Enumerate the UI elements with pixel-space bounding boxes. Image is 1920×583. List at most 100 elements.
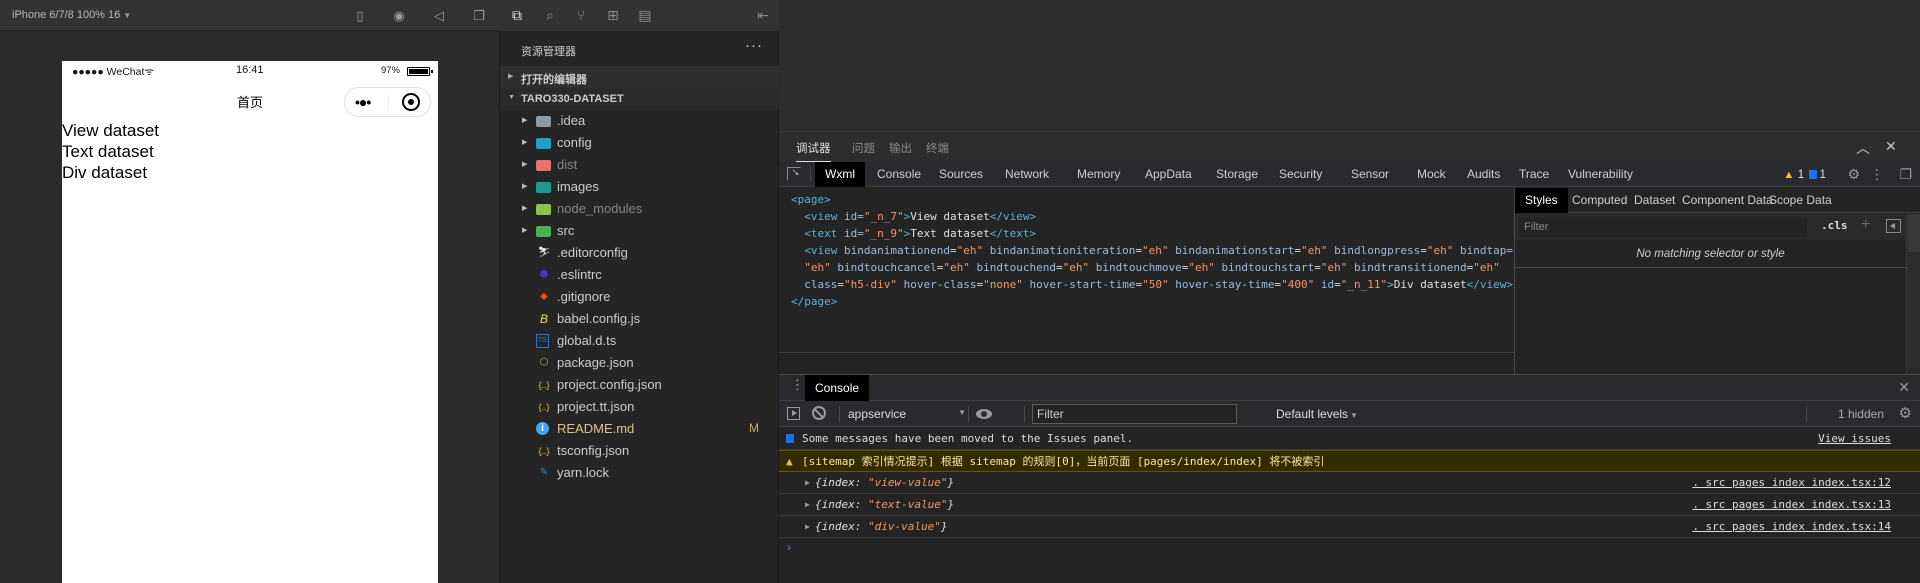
- wifi-icon: ᯤ: [144, 66, 154, 78]
- context-select[interactable]: appservice ▼: [848, 407, 966, 421]
- kebab-menu-icon[interactable]: ⋮: [1870, 166, 1884, 183]
- tab-storage[interactable]: Storage: [1206, 162, 1268, 187]
- file-tree-item[interactable]: ⬡ package.json: [500, 352, 779, 374]
- tab-vulnerability[interactable]: Vulnerability: [1558, 162, 1643, 187]
- tab-mock[interactable]: Mock: [1407, 162, 1456, 187]
- sound-icon[interactable]: ◁: [431, 8, 447, 24]
- expand-triangle-icon[interactable]: ▶: [805, 472, 810, 493]
- search-icon[interactable]: ⌕: [541, 6, 559, 24]
- clear-console-icon[interactable]: [812, 406, 826, 420]
- wxml-node-view-2-cont[interactable]: class="h5-div" hover-class="none" hover-…: [791, 276, 1514, 293]
- tab-scope-data[interactable]: Scope Data: [1759, 188, 1842, 213]
- maximize-panel-icon[interactable]: ︿: [1856, 138, 1870, 158]
- wxml-node-page-close[interactable]: </page>: [791, 293, 1514, 310]
- settings-gear-icon[interactable]: ⚙: [1847, 166, 1860, 183]
- console-toolbar: appservice▼ Default levels▼ 1 hidden ⚙: [779, 401, 1920, 427]
- open-editors-section[interactable]: ▶ 打开的编辑器: [500, 66, 779, 88]
- tab-problems[interactable]: 问题: [852, 140, 875, 156]
- console-filter-input[interactable]: [1032, 404, 1237, 424]
- file-tree-item[interactable]: Bbabel.config.js: [500, 308, 779, 330]
- close-panel-icon[interactable]: ✕: [1885, 138, 1897, 155]
- log-levels-select[interactable]: Default levels ▼: [1276, 407, 1358, 421]
- file-tree-item[interactable]: ▶ src: [500, 220, 779, 242]
- wxml-node-view-1[interactable]: <view id="_n_7">View dataset</view>: [791, 208, 1514, 225]
- tab-console[interactable]: Console: [867, 162, 931, 187]
- live-expression-eye-icon[interactable]: [976, 406, 992, 422]
- tab-memory[interactable]: Memory: [1067, 162, 1130, 187]
- file-tree-item[interactable]: i README.md M: [500, 418, 779, 440]
- file-tree-item[interactable]: ◆ .gitignore: [500, 286, 779, 308]
- outline-icon[interactable]: ▤: [636, 6, 654, 24]
- close-drawer-icon[interactable]: ✕: [1898, 379, 1910, 396]
- tab-console-drawer[interactable]: Console: [805, 375, 870, 401]
- tab-appdata[interactable]: AppData: [1135, 162, 1202, 187]
- record-icon[interactable]: ◉: [391, 8, 407, 24]
- wxml-node-view-2[interactable]: <view bindanimationend="eh" bindanimatio…: [791, 242, 1514, 259]
- log-object[interactable]: {index: "div-value"}: [815, 516, 947, 537]
- tab-network[interactable]: Network: [995, 162, 1059, 187]
- wxml-attr-name: bindanimationstart: [1175, 244, 1295, 257]
- div-dataset-text[interactable]: Div dataset: [62, 162, 438, 183]
- log-object[interactable]: {index: "text-value"}: [815, 494, 954, 515]
- files-icon[interactable]: ⧉: [508, 6, 526, 24]
- project-section[interactable]: ▼ TARO330-DATASET: [500, 88, 779, 110]
- text-dataset-text[interactable]: Text dataset: [62, 141, 438, 162]
- file-tree-item[interactable]: ▶ images: [500, 176, 779, 198]
- file-tree-item[interactable]: {..} tsconfig.json: [500, 440, 779, 462]
- view-dataset-text[interactable]: View dataset: [62, 120, 438, 141]
- file-tree-item[interactable]: ⬢ .eslintrc: [500, 264, 779, 286]
- styles-filter-input[interactable]: [1519, 217, 1807, 237]
- source-link[interactable]: . src pages index index.tsx:13: [1692, 494, 1891, 515]
- issue-counters[interactable]: ▲ 11: [1783, 167, 1826, 181]
- file-tree-item[interactable]: ▶ .idea: [500, 110, 779, 132]
- file-tree-item[interactable]: ✎ yarn.lock: [500, 462, 779, 484]
- folder-icon: [536, 182, 551, 193]
- tab-sources[interactable]: Sources: [929, 162, 993, 187]
- file-tree: ▶ .idea ▶ config ▶ dist ▶ images ▶ node_modules ▶ s…: [500, 110, 779, 484]
- source-link[interactable]: . src pages index index.tsx:14: [1692, 516, 1891, 537]
- show-sidebar-icon[interactable]: [787, 407, 800, 420]
- collapse-panel-icon[interactable]: ⇤: [754, 6, 772, 24]
- new-style-rule-icon[interactable]: +: [1861, 216, 1870, 234]
- phone-icon[interactable]: ▯: [352, 8, 368, 24]
- view-issues-link[interactable]: View issues: [1818, 428, 1891, 449]
- more-actions-icon[interactable]: ···: [745, 37, 763, 54]
- console-prompt[interactable]: ›: [779, 538, 1920, 558]
- horizontal-scrollbar[interactable]: [779, 352, 1514, 353]
- expand-triangle-icon[interactable]: ▶: [805, 494, 810, 515]
- more-icon[interactable]: •●•: [355, 94, 371, 110]
- extensions-icon[interactable]: ⊞: [604, 6, 622, 24]
- wxml-node-text[interactable]: <text id="_n_9">Text dataset</text>: [791, 225, 1514, 242]
- device-select[interactable]: iPhone 6/7/8 100% 16 ▼: [12, 9, 131, 21]
- console-settings-gear-icon[interactable]: ⚙: [1899, 404, 1912, 422]
- file-tree-item[interactable]: TS global.d.ts: [500, 330, 779, 352]
- expand-triangle-icon[interactable]: ▶: [805, 516, 810, 537]
- undock-icon[interactable]: ❐: [1899, 166, 1912, 183]
- source-control-icon[interactable]: ⑂: [572, 6, 590, 24]
- file-tree-item[interactable]: ⛷ .editorconfig: [500, 242, 779, 264]
- cls-button[interactable]: .cls: [1821, 219, 1848, 232]
- inspect-element-icon[interactable]: [787, 167, 801, 181]
- tab-styles[interactable]: Styles: [1515, 188, 1568, 213]
- tab-trace[interactable]: Trace: [1509, 162, 1559, 187]
- log-object[interactable]: {index: "view-value"}: [815, 472, 954, 493]
- tab-output[interactable]: 输出: [889, 140, 912, 156]
- file-tree-item[interactable]: ▶ dist: [500, 154, 779, 176]
- tab-security[interactable]: Security: [1269, 162, 1332, 187]
- wxml-node-page[interactable]: <page>: [791, 191, 1514, 208]
- tab-debugger[interactable]: 调试器: [796, 140, 831, 162]
- wxml-node-view-2-cont[interactable]: "eh" bindtouchcancel="eh" bindtouchend="…: [791, 259, 1514, 276]
- tab-wxml[interactable]: Wxml: [815, 162, 865, 187]
- tab-sensor[interactable]: Sensor: [1341, 162, 1399, 187]
- styles-scrollbar[interactable]: [1906, 214, 1920, 374]
- toggle-sidebar-icon[interactable]: [1886, 219, 1901, 233]
- file-tree-item[interactable]: ▶ config: [500, 132, 779, 154]
- close-miniprogram-icon[interactable]: [402, 93, 420, 111]
- window-icon[interactable]: ❐: [471, 8, 487, 24]
- tab-audits[interactable]: Audits: [1457, 162, 1510, 187]
- tab-terminal[interactable]: 终端: [926, 140, 949, 156]
- file-tree-item[interactable]: {..} project.config.json: [500, 374, 779, 396]
- file-tree-item[interactable]: ▶ node_modules: [500, 198, 779, 220]
- source-link[interactable]: . src pages index index.tsx:12: [1692, 472, 1891, 493]
- file-tree-item[interactable]: {..} project.tt.json: [500, 396, 779, 418]
